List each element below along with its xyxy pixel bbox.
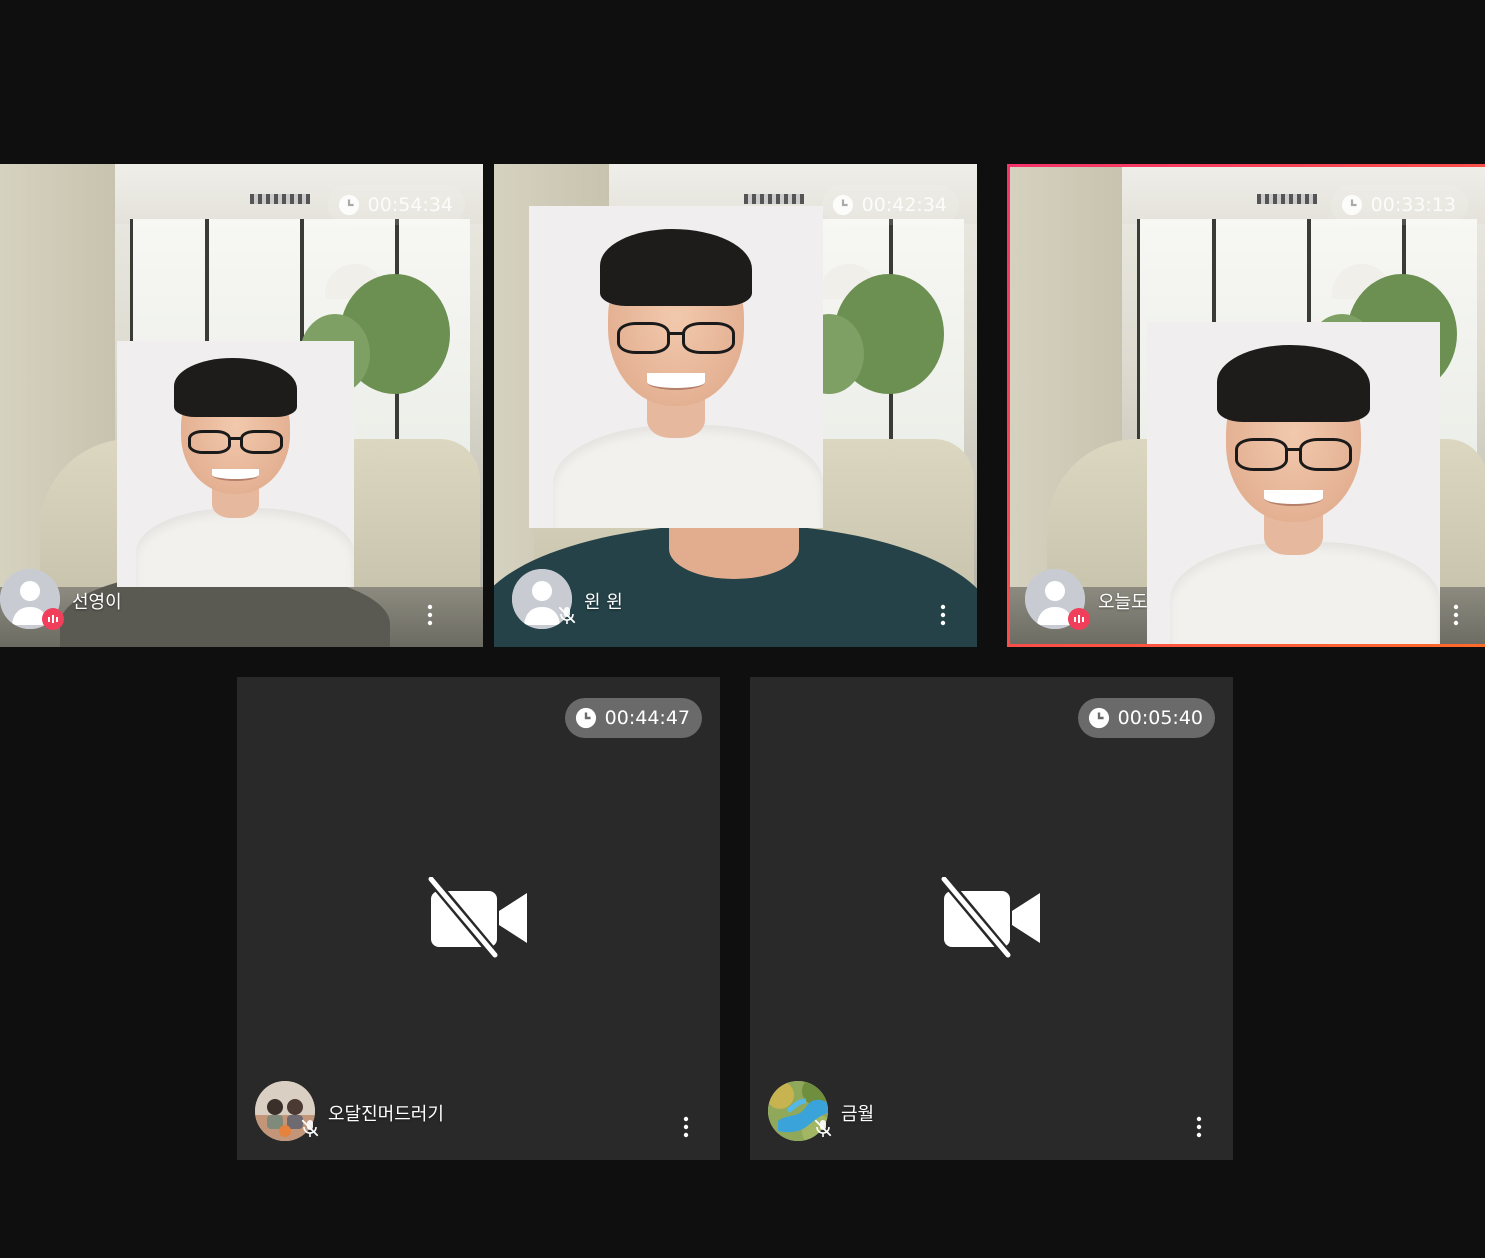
more-vertical-icon[interactable] [1187,1113,1211,1143]
video-off-icon [428,877,527,958]
call-timer: 00:54:34 [327,185,465,225]
profile-photo [529,206,823,528]
more-vertical-icon[interactable] [1444,601,1468,631]
participant-tile-3[interactable]: 00:33:13 오늘도 [1007,164,1485,647]
call-timer: 00:05:40 [1077,698,1215,738]
timer-text: 00:05:40 [1117,707,1203,729]
timer-text: 00:54:34 [367,194,453,216]
call-timer: 00:44:47 [564,698,702,738]
more-vertical-icon[interactable] [418,601,442,631]
profile-photo [1147,322,1440,645]
clock-icon [1088,707,1109,729]
timer-text: 00:33:13 [1370,194,1456,216]
participant-name: 윈 윈 [584,592,623,613]
more-vertical-icon[interactable] [931,601,955,631]
timer-text: 00:44:47 [604,707,690,729]
participant-tile-5[interactable]: 00:05:40 금월 [750,677,1233,1160]
speaking-icon [1068,608,1090,630]
participant-tile-2[interactable]: 00:42:34 윈 윈 [494,164,977,647]
clock-icon [575,707,596,729]
speaking-icon [42,608,64,630]
more-vertical-icon[interactable] [674,1113,698,1143]
call-timer: 00:42:34 [821,185,959,225]
mic-off-icon [301,1119,319,1137]
timer-text: 00:42:34 [861,194,947,216]
video-off-icon [941,877,1040,958]
participant-name: 오늘도 [1098,592,1148,613]
participant-tile-4[interactable]: 00:44:47 오달진머드러기 [237,677,720,1160]
clock-icon [1341,194,1362,216]
mic-off-icon [814,1119,832,1137]
participant-name: 오달진머드러기 [328,1104,444,1125]
participant-name: 금월 [841,1104,875,1125]
mic-off-icon [558,606,576,624]
profile-photo [117,341,354,587]
participant-name: 선영이 [72,592,122,613]
participant-tile-1[interactable]: 00:54:34 선영이 [0,164,483,647]
clock-icon [832,194,853,216]
clock-icon [338,194,359,216]
call-timer: 00:33:13 [1330,185,1468,225]
